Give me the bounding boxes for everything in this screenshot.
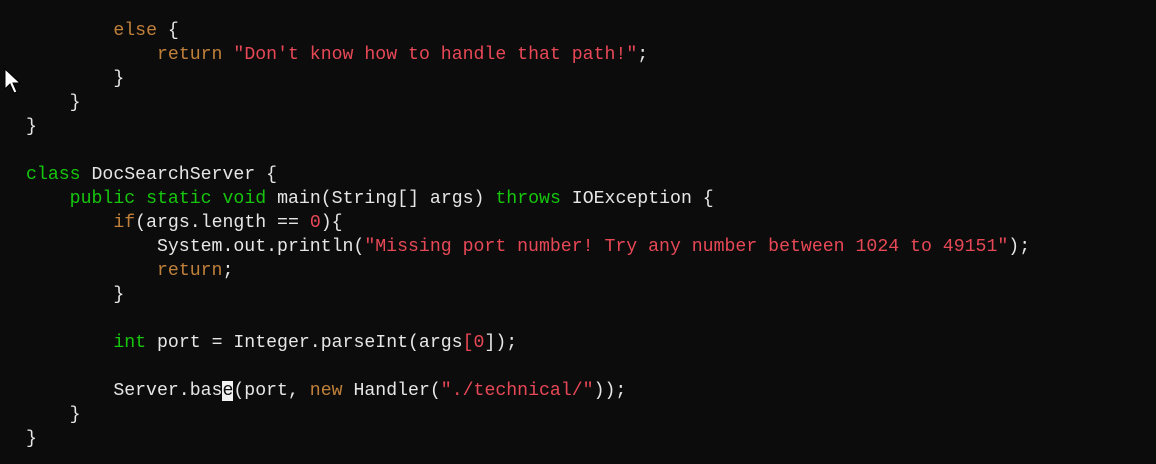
- code-token: public: [69, 189, 136, 209]
- code-token: }: [26, 405, 81, 425]
- code-token: void: [222, 189, 267, 209]
- code-token: ));: [593, 381, 627, 401]
- code-token: throws: [495, 189, 561, 209]
- code-token: (args.length ==: [135, 213, 310, 233]
- code-token: IOException {: [560, 189, 714, 209]
- code-token: int: [113, 333, 147, 353]
- code-token: {: [157, 21, 179, 41]
- code-token: static: [146, 189, 212, 209]
- code-token: return: [156, 261, 223, 281]
- code-token: }: [26, 285, 125, 305]
- code-line[interactable]: }: [26, 427, 1030, 451]
- code-token: 0: [309, 213, 321, 233]
- code-token: "./technical/": [440, 381, 594, 401]
- code-line[interactable]: [26, 139, 1030, 163]
- code-line[interactable]: System.out.println("Missing port number!…: [26, 235, 1030, 259]
- code-line[interactable]: else {: [26, 19, 1030, 43]
- code-editor[interactable]: else { return "Don't know how to handle …: [26, 19, 1030, 451]
- code-line[interactable]: [26, 355, 1030, 379]
- code-token: new: [309, 381, 343, 401]
- code-token: ;: [637, 45, 649, 65]
- code-line[interactable]: return "Don't know how to handle that pa…: [26, 43, 1030, 67]
- code-token: );: [1008, 237, 1031, 257]
- code-line[interactable]: }: [26, 67, 1030, 91]
- code-line[interactable]: }: [26, 91, 1030, 115]
- code-token: [0: [462, 333, 485, 353]
- code-token: ){: [320, 213, 343, 233]
- code-token: DocSearchServer {: [80, 165, 278, 185]
- code-token: "Missing port number! Try any number bet…: [364, 237, 1009, 257]
- code-line[interactable]: [26, 307, 1030, 331]
- code-token: ]);: [484, 333, 518, 353]
- code-line[interactable]: }: [26, 115, 1030, 139]
- text-cursor: e: [222, 381, 234, 401]
- code-token: Handler(: [342, 381, 441, 401]
- code-token: "Don't know how to handle that path!": [233, 45, 638, 65]
- code-token: return: [156, 45, 223, 65]
- code-token: Server.bas: [26, 381, 223, 401]
- code-token: ;: [222, 261, 234, 281]
- code-line[interactable]: return;: [26, 259, 1030, 283]
- code-token: }: [26, 93, 81, 113]
- code-token: }: [26, 117, 37, 137]
- code-line[interactable]: Server.base(port, new Handler("./technic…: [26, 379, 1030, 403]
- code-line[interactable]: }: [26, 283, 1030, 307]
- code-token: if: [113, 213, 136, 233]
- code-token: (port,: [233, 381, 310, 401]
- code-token: }: [26, 69, 125, 89]
- code-token: main(String[] args): [266, 189, 496, 209]
- code-line[interactable]: if(args.length == 0){: [26, 211, 1030, 235]
- mouse-pointer-icon: [4, 68, 22, 94]
- code-line[interactable]: }: [26, 403, 1030, 427]
- code-token: port = Integer.parseInt(args: [146, 333, 463, 353]
- code-line[interactable]: int port = Integer.parseInt(args[0]);: [26, 331, 1030, 355]
- code-line[interactable]: class DocSearchServer {: [26, 163, 1030, 187]
- code-token: System.out.println(: [26, 237, 365, 257]
- code-token: class: [26, 165, 81, 185]
- code-token: }: [26, 429, 37, 449]
- code-token: else: [113, 21, 157, 41]
- code-line[interactable]: public static void main(String[] args) t…: [26, 187, 1030, 211]
